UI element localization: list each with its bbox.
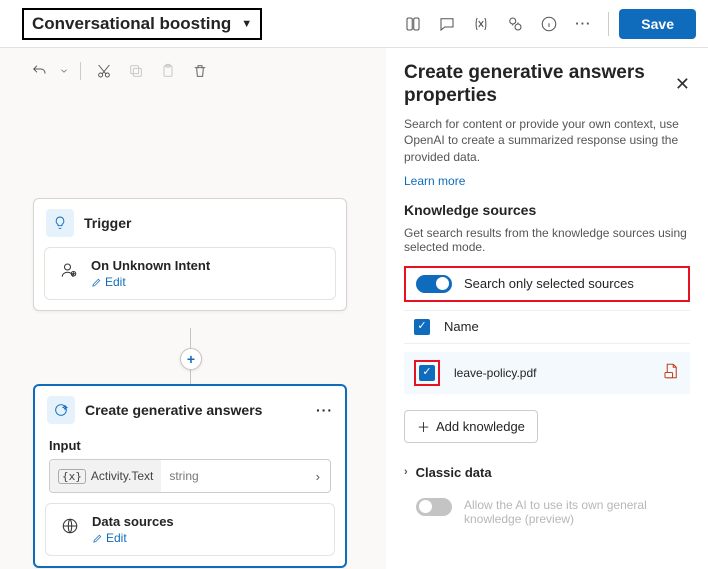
- save-button[interactable]: Save: [619, 9, 696, 39]
- separator: [608, 12, 609, 36]
- chevron-right-icon: ›: [404, 466, 408, 478]
- chevron-right-icon: ›: [306, 469, 330, 484]
- trigger-title: Trigger: [84, 215, 131, 231]
- ai-general-knowledge-row: Allow the AI to use its own general know…: [416, 498, 690, 526]
- variables-icon[interactable]: [464, 7, 498, 41]
- plus-icon: ＋: [417, 417, 430, 436]
- authoring-canvas[interactable]: Trigger On Unknown Intent Edit +: [0, 48, 386, 569]
- knowledge-sources-desc: Get search results from the knowledge so…: [404, 226, 690, 254]
- topic-title-text: Conversational boosting: [32, 14, 231, 34]
- comment-icon[interactable]: [430, 7, 464, 41]
- ai-knowledge-toggle: [416, 498, 452, 516]
- data-sources-title: Data sources: [92, 514, 174, 529]
- data-sources-card[interactable]: Data sources Edit: [45, 503, 335, 556]
- data-sources-edit-link[interactable]: Edit: [92, 531, 174, 545]
- delete-button[interactable]: [185, 56, 215, 86]
- sources-header-row[interactable]: Name: [404, 310, 690, 344]
- toggle-label: Search only selected sources: [464, 276, 634, 291]
- paste-button: [153, 56, 183, 86]
- search-selected-toggle[interactable]: [416, 275, 452, 293]
- classic-data-expander[interactable]: › Classic data: [404, 465, 690, 480]
- trigger-event-name: On Unknown Intent: [91, 258, 210, 273]
- cut-button[interactable]: [89, 56, 119, 86]
- topic-title-dropdown[interactable]: Conversational boosting ▼: [22, 8, 262, 40]
- source-checkbox-highlight: [414, 360, 440, 386]
- overflow-icon[interactable]: ···: [566, 7, 600, 41]
- knowledge-sources-heading: Knowledge sources: [404, 202, 690, 218]
- input-expression[interactable]: {x} Activity.Text string ›: [49, 459, 331, 493]
- trigger-edit-link[interactable]: Edit: [91, 275, 210, 289]
- panel-description: Search for content or provide your own c…: [404, 116, 690, 166]
- gen-title: Create generative answers: [85, 402, 262, 418]
- undo-chevron[interactable]: [56, 56, 72, 86]
- chevron-down-icon: ▼: [241, 18, 252, 30]
- sparkle-icon: [47, 396, 75, 424]
- trigger-event-card[interactable]: On Unknown Intent Edit: [44, 247, 336, 300]
- input-variable-name: Activity.Text: [91, 469, 153, 483]
- variable-icon: {x}: [58, 469, 86, 484]
- trigger-node[interactable]: Trigger On Unknown Intent Edit: [33, 198, 347, 311]
- input-variable-type: string: [161, 469, 206, 483]
- panel-title: Create generative answers properties: [404, 62, 675, 108]
- name-column-header: Name: [444, 319, 479, 334]
- generative-answers-node[interactable]: Create generative answers ··· Input {x} …: [33, 384, 347, 568]
- person-icon: [57, 258, 81, 282]
- pdf-icon: [662, 362, 680, 383]
- add-knowledge-button[interactable]: ＋ Add knowledge: [404, 410, 538, 443]
- input-section-label: Input: [35, 434, 345, 459]
- globe-icon: [58, 514, 82, 538]
- analytics-icon[interactable]: [498, 7, 532, 41]
- source-filename: leave-policy.pdf: [454, 366, 537, 380]
- copilot-icon[interactable]: [396, 7, 430, 41]
- copy-button: [121, 56, 151, 86]
- learn-more-link[interactable]: Learn more: [404, 174, 690, 188]
- ai-knowledge-label: Allow the AI to use its own general know…: [464, 498, 674, 526]
- select-all-checkbox[interactable]: [414, 319, 430, 335]
- properties-panel: Create generative answers properties ✕ S…: [386, 48, 708, 569]
- info-icon[interactable]: [532, 7, 566, 41]
- add-node-button[interactable]: +: [180, 348, 202, 370]
- knowledge-source-row[interactable]: leave-policy.pdf: [404, 352, 690, 394]
- lightbulb-icon: [46, 209, 74, 237]
- source-checkbox[interactable]: [419, 365, 435, 381]
- search-selected-toggle-row[interactable]: Search only selected sources: [404, 266, 690, 302]
- undo-button[interactable]: [24, 56, 54, 86]
- close-icon[interactable]: ✕: [675, 62, 690, 95]
- node-overflow-icon[interactable]: ···: [316, 402, 333, 418]
